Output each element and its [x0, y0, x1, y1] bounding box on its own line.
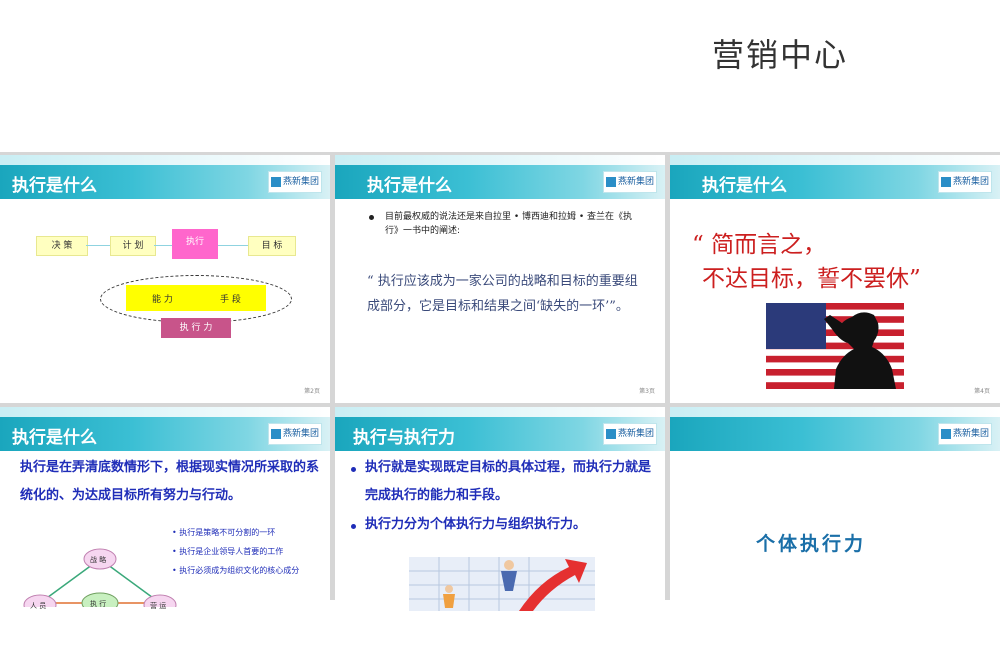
slide-thumbnail-1[interactable]: 执行是什么 燕新集团 决 策 计 划 执行 目 标 能 力 手 段 执 行 力 …: [0, 155, 330, 403]
slide-title: 执行是什么: [12, 176, 97, 196]
company-logo: 燕新集团: [938, 423, 992, 445]
page-number: 第3页: [639, 388, 655, 395]
slide-title: 执行是什么: [367, 176, 452, 196]
means-label: 手 段: [220, 295, 241, 305]
diagram-execute-label: 执 行: [90, 600, 107, 608]
bullet-dot: [351, 467, 356, 472]
company-logo: 燕新集团: [603, 171, 657, 193]
diagram-strategy-label: 战 略: [90, 556, 107, 564]
company-logo: 燕新集团: [938, 171, 992, 193]
slide-thumbnail-3[interactable]: 执行是什么 燕新集团 “ 简而言之， 不达目标，誓不罢休” 第4页: [670, 155, 1000, 403]
page-title: 营销中心: [712, 36, 849, 74]
execution-quote: “ 执行应该成为一家公司的战略和目标的重要组成部分，它是目标和结果之间‘缺失的一…: [367, 274, 638, 314]
company-logo: 燕新集团: [603, 423, 657, 445]
slide-title: 执行与执行力: [353, 428, 455, 448]
definition-text: 执行是在弄清底数情形下，根据现实情况所采取的系统化的、为达成目标所有努力与行动。: [20, 460, 320, 503]
bullet-item: 执行是企业领导人首要的工作: [172, 542, 330, 561]
slide-thumbnail-2[interactable]: 执行是什么 燕新集团 目前最权威的说法还是来自拉里 • 博西迪和拉姆 • 查兰在…: [335, 155, 665, 403]
ability-bar: 能 力 手 段: [126, 285, 266, 311]
company-logo: 燕新集团: [268, 423, 322, 445]
flag-salute-image: [766, 303, 904, 389]
arrow: [86, 245, 110, 246]
quote-line-1: “ 简而言之，: [692, 232, 827, 258]
slide-thumbnail-5[interactable]: 执行与执行力 燕新集团 执行就是实现既定目标的具体过程，而执行力就是完成执行的能…: [335, 407, 665, 655]
execute-box: 执行: [172, 229, 218, 259]
bullet-dot: [351, 524, 356, 529]
arrow: [218, 245, 248, 246]
slide-thumbnail-6[interactable]: 燕新集团 个体执行力: [670, 407, 1000, 655]
exec-power-box: 执 行 力: [161, 318, 231, 338]
slide-title: 执行是什么: [702, 176, 787, 196]
person-icon: [504, 560, 514, 570]
diagram-right-label: 营 运: [150, 602, 167, 610]
bullet-item: 执行力分为个体执行力与组织执行力。: [365, 517, 587, 532]
section-label: 个体执行力: [756, 533, 867, 555]
goal-box: 目 标: [248, 236, 296, 256]
slide-thumbnail-4[interactable]: 执行是什么 燕新集团 执行是在弄清底数情形下，根据现实情况所采取的系统化的、为达…: [0, 407, 330, 655]
source-bullet: 目前最权威的说法还是来自拉里 • 博西迪和拉姆 • 查兰在《执行》一书中的阐述:: [385, 212, 633, 236]
quote-line-2: 不达目标，誓不罢休”: [702, 266, 921, 292]
page-number: 第2页: [304, 388, 320, 395]
bullet-item: 执行是策略不可分割的一环: [172, 523, 330, 542]
decision-box: 决 策: [36, 236, 88, 256]
plan-box: 计 划: [110, 236, 156, 256]
company-logo: 燕新集团: [268, 171, 322, 193]
diagram-left-label: 人 员: [30, 602, 47, 610]
page-number: 第4页: [974, 388, 990, 395]
bullet-item: 执行必须成为组织文化的核心成分: [172, 561, 330, 580]
bullet-dot: [369, 215, 374, 220]
person-icon: [445, 585, 453, 593]
bullet-item: 执行就是实现既定目标的具体过程，而执行力就是完成执行的能力和手段。: [365, 460, 652, 503]
arrow: [154, 245, 172, 246]
bullet-list: 执行是策略不可分割的一环 执行是企业领导人首要的工作 执行必须成为组织文化的核心…: [172, 523, 330, 580]
triangle-diagram: [23, 548, 177, 607]
ability-label: 能 力: [152, 295, 173, 305]
business-growth-image: [409, 557, 595, 611]
slide-title: 执行是什么: [12, 428, 97, 448]
